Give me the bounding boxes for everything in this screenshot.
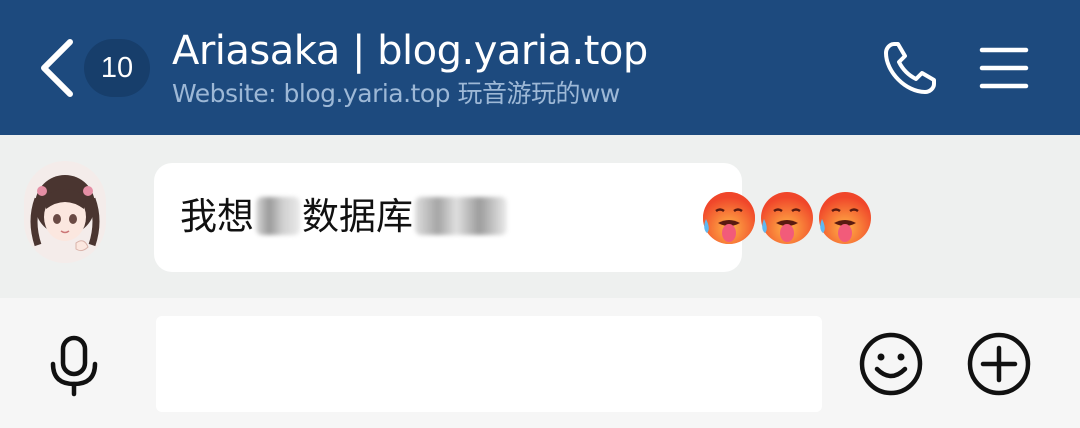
- hot-face-emoji: [703, 192, 755, 244]
- back-arrow-icon: [41, 39, 73, 97]
- voice-button[interactable]: [44, 334, 104, 398]
- chat-title[interactable]: Ariasaka | blog.yaria.top: [172, 26, 648, 76]
- obscured-text: [415, 197, 507, 235]
- message-list[interactable]: 我想 数据库: [0, 135, 1080, 298]
- composer-bar: [0, 298, 1080, 428]
- call-button[interactable]: [880, 38, 940, 98]
- smiley-icon: [859, 332, 923, 396]
- plus-circle-icon: [967, 332, 1031, 396]
- message-text-part: 数据库: [302, 195, 413, 238]
- message-bubble[interactable]: 我想 数据库: [154, 163, 871, 272]
- unread-badge: 10: [84, 39, 150, 97]
- chat-subtitle: Website: blog.yaria.top 玩音游玩的ww: [172, 79, 620, 108]
- emoji-button[interactable]: [858, 331, 924, 397]
- avatar[interactable]: [24, 161, 106, 263]
- back-button[interactable]: [34, 34, 82, 100]
- hot-face-emoji: [819, 192, 871, 244]
- hot-face-emoji: [761, 192, 813, 244]
- menu-button[interactable]: [978, 44, 1030, 92]
- chat-header: 10 Ariasaka | blog.yaria.top Website: bl…: [0, 0, 1080, 135]
- phone-icon: [884, 42, 936, 94]
- obscured-text: [256, 197, 300, 235]
- menu-icon: [979, 47, 1029, 89]
- anime-girl-avatar: [24, 161, 106, 263]
- message-input[interactable]: [156, 316, 822, 412]
- microphone-icon: [50, 335, 98, 397]
- more-button[interactable]: [966, 331, 1032, 397]
- message-text-part: 我想: [180, 195, 254, 238]
- message-text: 我想 数据库: [180, 191, 509, 243]
